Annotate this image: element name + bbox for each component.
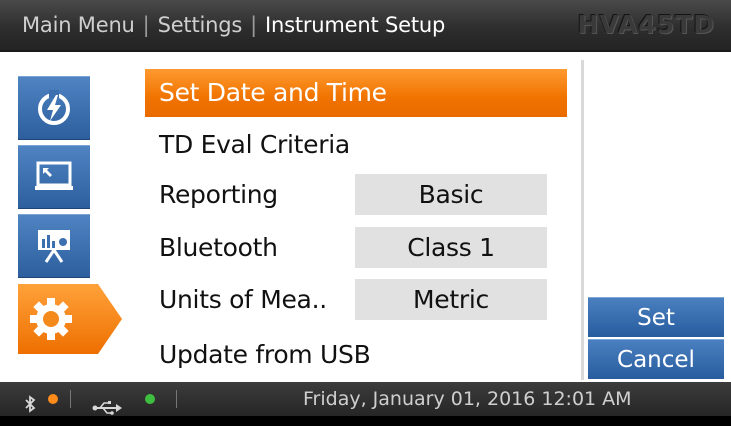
- breadcrumb: Main Menu | Settings | Instrument Setup: [22, 0, 445, 50]
- status-separator: [176, 390, 177, 408]
- sidebar-tab-power[interactable]: [18, 76, 90, 140]
- presentation-chart-icon: [34, 226, 74, 266]
- sidebar-tab-settings[interactable]: [14, 284, 124, 354]
- bluetooth-value[interactable]: Class 1: [355, 227, 547, 268]
- menu-item-label: Update from USB: [159, 340, 371, 369]
- breadcrumb-separator: |: [250, 13, 257, 37]
- bluetooth-icon: [24, 390, 36, 424]
- menu-item-label: Units of Mea..: [159, 285, 327, 314]
- sidebar-tab-reports[interactable]: [18, 214, 90, 278]
- panel-divider: [581, 60, 584, 380]
- menu-item-bluetooth[interactable]: Bluetooth Class 1: [145, 224, 567, 272]
- usb-status-dot: [145, 394, 155, 404]
- reporting-value[interactable]: Basic: [355, 174, 547, 215]
- model-name: HVA45TD: [577, 10, 715, 39]
- menu-item-td-eval-criteria[interactable]: TD Eval Criteria: [145, 121, 567, 169]
- status-separator: [70, 390, 71, 408]
- status-datetime: Friday, January 01, 2016 12:01 AM: [303, 388, 632, 410]
- menu-item-set-date-time[interactable]: Set Date and Time: [145, 69, 567, 117]
- set-button[interactable]: Set: [588, 297, 724, 337]
- menu-item-label: TD Eval Criteria: [159, 130, 350, 159]
- units-value[interactable]: Metric: [355, 279, 547, 320]
- breadcrumb-separator: |: [142, 13, 150, 37]
- menu-item-label: Set Date and Time: [159, 78, 387, 107]
- breadcrumb-main-menu[interactable]: Main Menu: [22, 13, 135, 37]
- breadcrumb-instrument-setup: Instrument Setup: [265, 13, 446, 37]
- menu-item-reporting[interactable]: Reporting Basic: [145, 171, 567, 219]
- status-bar: Friday, January 01, 2016 12:01 AM: [0, 382, 731, 416]
- instrument-screen: Main Menu | Settings | Instrument Setup HVA4…: [0, 0, 731, 416]
- gear-icon: [28, 296, 74, 342]
- breadcrumb-settings[interactable]: Settings: [158, 13, 243, 37]
- sidebar-tab-display[interactable]: [18, 145, 90, 209]
- cancel-button[interactable]: Cancel: [588, 339, 724, 379]
- menu-item-units-of-measure[interactable]: Units of Mea.. Metric: [145, 276, 567, 324]
- menu-item-label: Reporting: [159, 180, 278, 209]
- header-bar: Main Menu | Settings | Instrument Setup HVA4…: [0, 0, 731, 52]
- power-icon: [34, 88, 74, 128]
- usb-icon: [92, 392, 122, 426]
- sidebar: [0, 52, 122, 382]
- bluetooth-status-dot: [48, 394, 58, 404]
- menu-item-update-from-usb[interactable]: Update from USB: [145, 331, 567, 379]
- menu-item-label: Bluetooth: [159, 233, 278, 262]
- monitor-icon: [34, 160, 74, 194]
